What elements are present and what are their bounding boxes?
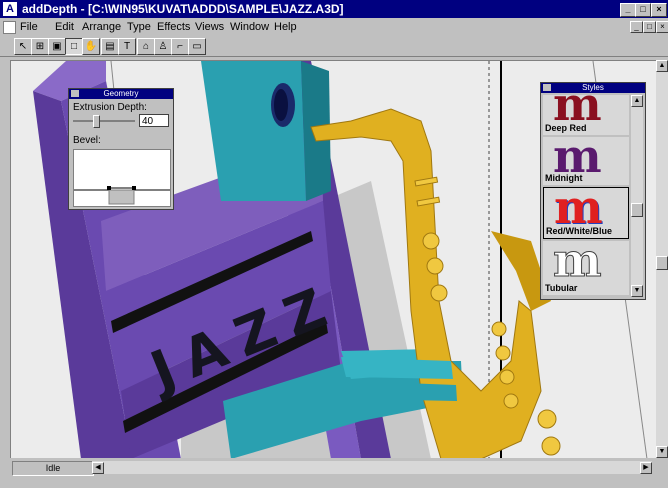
maximize-button[interactable]: □ bbox=[635, 3, 651, 17]
extrusion-depth-label: Extrusion Depth: bbox=[73, 102, 147, 113]
horizontal-scrollbar[interactable]: ◀ ▶ bbox=[92, 461, 652, 474]
extrusion-slider-handle[interactable] bbox=[93, 115, 100, 128]
menu-edit[interactable]: Edit bbox=[55, 21, 74, 33]
window-icon[interactable]: ▭ bbox=[188, 38, 206, 55]
grid-select-icon[interactable]: ⊞ bbox=[31, 38, 49, 55]
box-icon[interactable]: ▤ bbox=[101, 38, 119, 55]
rectangle-icon[interactable]: □ bbox=[65, 38, 83, 55]
menu-views[interactable]: Views bbox=[195, 21, 224, 33]
toolbar: ↖ ⊞ ▣ □ ✋ ▤ T ⌂ ♙ ⌐ ▭ bbox=[0, 36, 668, 57]
palette-close-icon[interactable] bbox=[71, 90, 79, 97]
style-preview-icon: m bbox=[553, 233, 603, 287]
scroll-thumb[interactable] bbox=[631, 203, 643, 217]
hand-icon[interactable]: ✋ bbox=[82, 38, 100, 55]
styles-palette: Styles m Deep Red m Midnight m Red/White… bbox=[540, 77, 646, 300]
title-bar: A addDepth - [C:\WIN95\KUVAT\ADDD\SAMPLE… bbox=[0, 0, 668, 18]
scroll-down-icon[interactable]: ▼ bbox=[631, 285, 643, 297]
app-icon[interactable]: A bbox=[3, 2, 17, 16]
window-title: addDepth - [C:\WIN95\KUVAT\ADDD\SAMPLE\J… bbox=[22, 2, 344, 16]
scroll-right-icon[interactable]: ▶ bbox=[640, 462, 652, 474]
menu-help[interactable]: Help bbox=[274, 21, 297, 33]
doc-restore-button[interactable]: □ bbox=[643, 21, 656, 33]
menu-arrange[interactable]: Arrange bbox=[82, 21, 121, 33]
doc-minimize-button[interactable]: _ bbox=[630, 21, 643, 33]
geometry-palette-titlebar[interactable]: Geometry bbox=[69, 89, 173, 99]
doc-close-button[interactable]: × bbox=[656, 21, 668, 33]
minimize-button[interactable]: _ bbox=[620, 3, 636, 17]
lamp-icon[interactable]: ♙ bbox=[154, 38, 172, 55]
bevel-label: Bevel: bbox=[73, 135, 101, 146]
style-item-midnight[interactable]: m Midnight bbox=[543, 133, 629, 185]
style-label: Tubular bbox=[545, 283, 578, 293]
scroll-left-icon[interactable]: ◀ bbox=[92, 462, 104, 474]
palette-close-icon[interactable] bbox=[543, 84, 551, 91]
text-icon[interactable]: T bbox=[118, 38, 136, 55]
menu-file[interactable]: File bbox=[20, 21, 38, 33]
frame-icon[interactable]: ▣ bbox=[48, 38, 66, 55]
scroll-up-icon[interactable]: ▲ bbox=[656, 60, 668, 72]
scroll-down-icon[interactable]: ▼ bbox=[656, 446, 668, 458]
scroll-up-icon[interactable]: ▲ bbox=[631, 95, 643, 107]
status-text: Idle bbox=[12, 461, 94, 476]
extrusion-slider-track[interactable] bbox=[73, 120, 135, 122]
close-button[interactable]: × bbox=[651, 3, 667, 17]
geometry-palette-title: Geometry bbox=[103, 89, 139, 98]
style-preview-icon: m bbox=[553, 77, 602, 131]
style-item-tubular[interactable]: m Tubular bbox=[543, 237, 629, 295]
path-icon[interactable]: ⌐ bbox=[171, 38, 189, 55]
styles-scrollbar[interactable]: ▲ ▼ bbox=[631, 95, 643, 297]
extrusion-depth-input[interactable]: 40 bbox=[139, 114, 169, 127]
status-bar: Idle ◀ ▶ bbox=[0, 458, 668, 488]
vertical-scrollbar[interactable]: ▲ ▼ bbox=[656, 60, 668, 458]
menu-window[interactable]: Window bbox=[230, 21, 269, 33]
style-item-red-white-blue[interactable]: m Red/White/Blue bbox=[543, 180, 629, 239]
style-preview-icon: m bbox=[554, 180, 603, 234]
menu-bar: File Edit Arrange Type Effects Views Win… bbox=[0, 18, 668, 36]
menu-effects[interactable]: Effects bbox=[157, 21, 190, 33]
scroll-thumb[interactable] bbox=[656, 256, 668, 270]
bevel-preview[interactable] bbox=[73, 149, 171, 207]
document-icon[interactable] bbox=[3, 21, 16, 34]
menu-type[interactable]: Type bbox=[127, 21, 151, 33]
geometry-palette: Geometry Extrusion Depth: 40 Bevel: bbox=[68, 88, 174, 210]
shape-icon[interactable]: ⌂ bbox=[137, 38, 155, 55]
arrow-icon[interactable]: ↖ bbox=[14, 38, 32, 55]
